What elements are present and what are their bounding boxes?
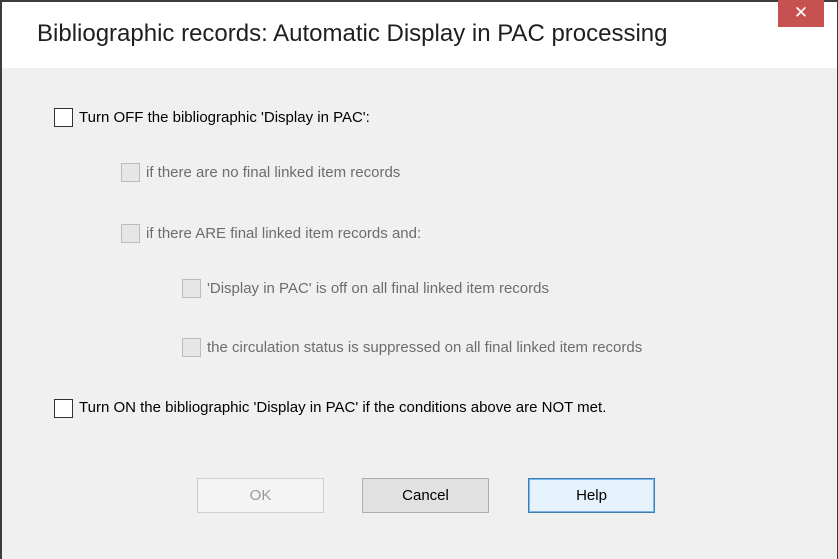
are-final-items-option: if there ARE final linked item records a… <box>121 224 421 243</box>
circ-suppressed-option: the circulation status is suppressed on … <box>182 338 642 357</box>
circ-suppressed-checkbox <box>182 338 201 357</box>
ok-button: OK <box>197 478 324 513</box>
turn-on-option[interactable]: Turn ON the bibliographic 'Display in PA… <box>54 399 649 418</box>
turn-on-checkbox[interactable] <box>54 399 73 418</box>
display-off-all-label: 'Display in PAC' is off on all final lin… <box>207 280 549 297</box>
cancel-button[interactable]: Cancel <box>362 478 489 513</box>
close-button[interactable]: ✕ <box>778 0 824 27</box>
display-off-all-option: 'Display in PAC' is off on all final lin… <box>182 279 549 298</box>
turn-off-option[interactable]: Turn OFF the bibliographic 'Display in P… <box>54 108 370 127</box>
are-final-items-checkbox <box>121 224 140 243</box>
turn-off-label: Turn OFF the bibliographic 'Display in P… <box>79 109 370 126</box>
display-off-all-checkbox <box>182 279 201 298</box>
close-icon: ✕ <box>793 3 809 22</box>
turn-on-label: Turn ON the bibliographic 'Display in PA… <box>79 399 607 416</box>
are-final-items-label: if there ARE final linked item records a… <box>146 225 422 242</box>
help-button[interactable]: Help <box>528 478 655 513</box>
dialog-title: Bibliographic records: Automatic Display… <box>37 20 668 47</box>
no-final-items-option: if there are no final linked item record… <box>121 163 400 182</box>
no-final-items-label: if there are no final linked item record… <box>146 164 401 181</box>
no-final-items-checkbox <box>121 163 140 182</box>
dialog-window: Bibliographic records: Automatic Display… <box>0 0 838 559</box>
title-bar[interactable]: Bibliographic records: Automatic Display… <box>2 0 837 68</box>
turn-off-checkbox[interactable] <box>54 108 73 127</box>
dialog-body: Turn OFF the bibliographic 'Display in P… <box>16 68 824 559</box>
circ-suppressed-label: the circulation status is suppressed on … <box>207 339 643 356</box>
